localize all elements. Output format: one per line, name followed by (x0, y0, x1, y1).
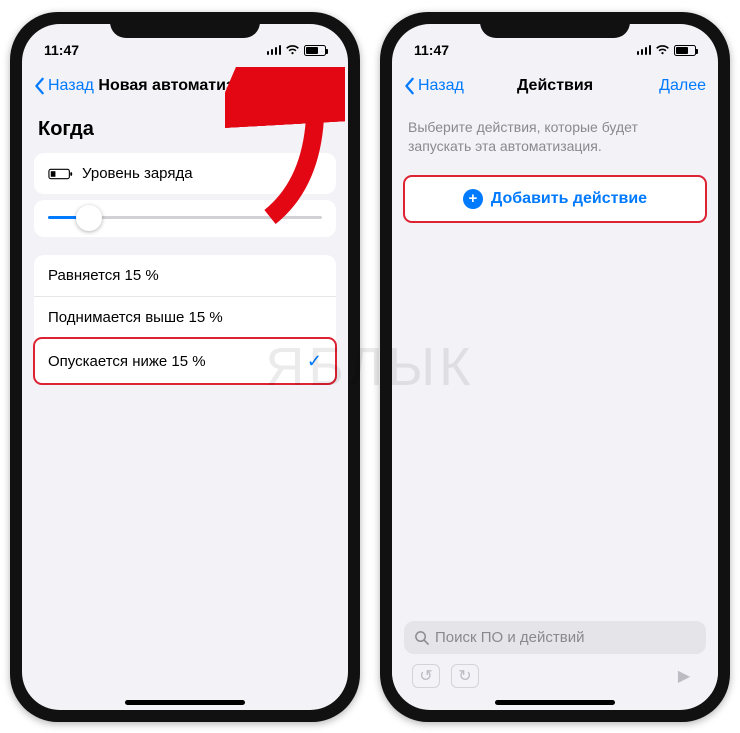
back-label: Назад (48, 77, 94, 95)
redo-icon[interactable]: ↻ (451, 664, 479, 688)
option-equals[interactable]: Равняется 15 % (34, 255, 336, 296)
option-label: Опускается ниже 15 % (48, 353, 206, 370)
undo-icon[interactable]: ↺ (412, 664, 440, 688)
back-button[interactable]: Назад (34, 77, 94, 95)
bottom-bar: Поиск ПО и действий ↺ ↻ ▶ (392, 613, 718, 694)
trigger-card: Уровень заряда (34, 153, 336, 194)
option-rises-above[interactable]: Поднимается выше 15 % (34, 296, 336, 338)
notch (480, 12, 630, 38)
battery-icon (674, 45, 696, 56)
phone-left: 11:47 Назад Новая автоматизация Далее Ко… (10, 12, 360, 722)
plus-icon: + (463, 189, 483, 209)
option-label: Поднимается выше 15 % (48, 309, 223, 326)
slider-card (34, 200, 336, 237)
options-card: Равняется 15 % Поднимается выше 15 % Опу… (34, 255, 336, 384)
signal-icon (637, 45, 652, 55)
phone-right: 11:47 Назад Действия Далее Выберите дейс… (380, 12, 730, 722)
option-label: Равняется 15 % (48, 267, 159, 284)
chevron-left-icon (404, 77, 416, 95)
status-time: 11:47 (44, 42, 79, 58)
search-placeholder: Поиск ПО и действий (435, 629, 584, 646)
add-action-label: Добавить действие (491, 190, 647, 208)
trigger-label: Уровень заряда (82, 165, 193, 182)
home-indicator[interactable] (495, 700, 615, 705)
section-title-when: Когда (22, 108, 348, 147)
nav-bar: Назад Действия Далее (392, 64, 718, 108)
home-indicator[interactable] (125, 700, 245, 705)
nav-title: Новая автоматизация (98, 77, 271, 95)
search-input[interactable]: Поиск ПО и действий (404, 621, 706, 654)
slider-thumb[interactable] (76, 205, 102, 231)
back-label: Назад (418, 77, 464, 95)
battery-slider[interactable] (34, 200, 336, 237)
wifi-icon (655, 44, 670, 56)
add-action-card: + Добавить действие (404, 176, 706, 222)
next-button[interactable]: Далее (659, 77, 706, 95)
add-action-button[interactable]: + Добавить действие (404, 176, 706, 222)
checkmark-icon: ✓ (307, 351, 322, 372)
notch (110, 12, 260, 38)
option-falls-below[interactable]: Опускается ниже 15 % ✓ (34, 338, 336, 384)
instruction-text: Выберите действия, которые будет запуска… (392, 108, 718, 170)
trigger-row[interactable]: Уровень заряда (34, 153, 336, 194)
search-icon (414, 630, 429, 645)
signal-icon (267, 45, 282, 55)
next-button[interactable]: Далее (289, 77, 336, 95)
play-icon[interactable]: ▶ (670, 664, 698, 688)
nav-bar: Назад Новая автоматизация Далее (22, 64, 348, 108)
nav-title: Действия (517, 77, 593, 95)
battery-icon (304, 45, 326, 56)
status-time: 11:47 (414, 42, 449, 58)
battery-level-icon (48, 168, 74, 180)
back-button[interactable]: Назад (404, 77, 464, 95)
wifi-icon (285, 44, 300, 56)
chevron-left-icon (34, 77, 46, 95)
